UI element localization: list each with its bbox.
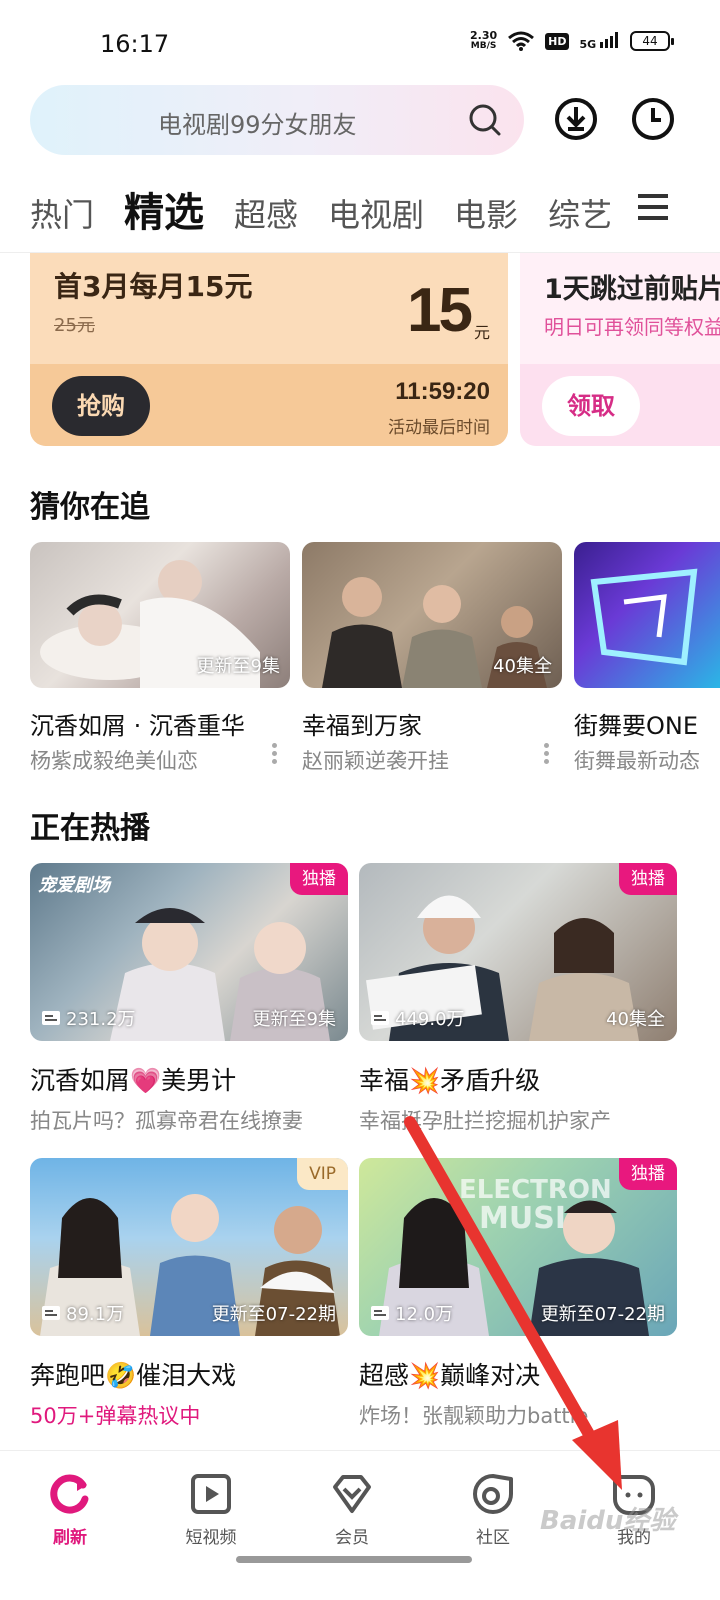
clock: 16:17 (100, 30, 170, 58)
status-icons: 2.30 MB/S HD 5G 44 (469, 29, 674, 52)
menu-icon[interactable] (636, 190, 670, 224)
video-title: 幸福💥矛盾升级 (359, 1066, 541, 1095)
watching-card[interactable]: 更新至9集 沉香如屑 · 沉香重华 杨紫成毅绝美仙恋 (30, 542, 290, 775)
buy-now-button[interactable]: 抢购 (52, 376, 150, 436)
watching-card[interactable]: 街舞要ONE 街舞最新动态 (574, 542, 720, 775)
danmaku-icon (371, 1011, 389, 1025)
video-thumbnail[interactable]: ELECTRON MUSIC 独播 12.0万 更新至07-22期 (359, 1158, 677, 1336)
wifi-icon (508, 31, 535, 51)
category-tabs: 热门 精选 超感 电视剧 电影 综艺 (30, 180, 642, 240)
promo-old-price: 25元 (54, 315, 95, 336)
episode-badge: 40集全 (606, 1009, 665, 1030)
search-placeholder: 电视剧99分女朋友 (158, 111, 357, 139)
video-thumbnail[interactable] (574, 542, 720, 688)
nav-short-video[interactable]: 短视频 (166, 1471, 256, 1548)
episode-badge: 更新至9集 (196, 656, 280, 677)
video-subtitle: 街舞最新动态 (574, 749, 700, 773)
promo-title: 首3月每月15元 (54, 270, 253, 303)
battery-icon: 44 (630, 31, 674, 51)
countdown-label: 活动最后时间 (388, 418, 490, 438)
network-speed: 2.30 MB/S (469, 29, 498, 51)
tab-variety[interactable]: 综艺 (548, 190, 612, 236)
trending-card[interactable]: 独播 449.0万 40集全 幸福💥矛盾升级 幸福挺孕肚拦挖掘机护家产 (359, 863, 677, 1135)
video-thumbnail[interactable]: 40集全 (302, 542, 562, 688)
signal-5g-icon: 5G (579, 31, 620, 51)
trending-card[interactable]: ELECTRON MUSIC 独播 12.0万 更新至07-22期 超感💥巅峰对… (359, 1158, 677, 1430)
danmaku-icon (42, 1011, 60, 1025)
view-count: 89.1万 (42, 1300, 124, 1326)
episode-badge: 更新至9集 (252, 1009, 336, 1030)
short-video-icon (191, 1474, 231, 1514)
community-icon (473, 1474, 513, 1514)
video-subtitle: 50万+弹幕热议中 (30, 1404, 201, 1428)
video-subtitle: 炸场！张靓颖助力battle (359, 1404, 589, 1428)
danmaku-icon (42, 1306, 60, 1320)
nav-refresh[interactable]: 刷新 (25, 1471, 115, 1548)
home-indicator[interactable] (236, 1556, 472, 1563)
search-icon[interactable] (466, 101, 504, 139)
video-thumbnail[interactable]: 独播 449.0万 40集全 (359, 863, 677, 1041)
video-title: 沉香如屑 · 沉香重华 (30, 712, 245, 740)
watching-card[interactable]: 40集全 幸福到万家 赵丽颖逆袭开挂 (302, 542, 562, 775)
thumbnail-art (590, 568, 698, 666)
skip-ad-promo-card[interactable]: 1天跳过前贴片 明日可再领同等权益 领取 (520, 253, 720, 446)
tab-supersense[interactable]: 超感 (234, 190, 298, 236)
view-count: 12.0万 (371, 1300, 453, 1326)
exclusive-tag: 独播 (619, 1158, 677, 1190)
video-title: 幸福到万家 (302, 712, 422, 740)
status-bar: 16:17 2.30 MB/S HD 5G 44 (0, 0, 720, 90)
watermark-logo: Baidu经验 (540, 1506, 676, 1536)
video-title: 超感💥巅峰对决 (359, 1361, 541, 1390)
promo-title: 1天跳过前贴片 (544, 274, 720, 305)
exclusive-tag: 独播 (290, 863, 348, 895)
download-icon[interactable] (553, 96, 599, 142)
section-title-watching: 猜你在追 (30, 490, 150, 525)
nav-community[interactable]: 社区 (448, 1471, 538, 1548)
video-title: 沉香如屑💗美男计 (30, 1066, 237, 1095)
hd-icon: HD (545, 32, 570, 50)
search-bar[interactable]: 电视剧99分女朋友 (30, 85, 524, 155)
section-title-trending: 正在热播 (30, 811, 150, 846)
view-count: 231.2万 (42, 1005, 136, 1031)
history-clock-icon[interactable] (630, 96, 676, 142)
video-thumbnail[interactable]: 宠爱剧场 独播 231.2万 更新至9集 (30, 863, 348, 1041)
video-subtitle: 拍瓦片吗？孤寡帝君在线撩妻 (30, 1109, 303, 1133)
vip-tag: VIP (297, 1158, 348, 1190)
video-thumbnail[interactable]: VIP 89.1万 更新至07-22期 (30, 1158, 348, 1336)
tab-featured[interactable]: 精选 (124, 180, 204, 238)
episode-badge: 更新至07-22期 (540, 1304, 665, 1325)
trending-card[interactable]: 宠爱剧场 独播 231.2万 更新至9集 沉香如屑💗美男计 拍瓦片吗？孤寡帝君在… (30, 863, 348, 1135)
claim-button[interactable]: 领取 (542, 376, 640, 436)
vip-promo-card[interactable]: 首3月每月15元 25元 15 元 抢购 11:59:20 活动最后时间 (30, 253, 508, 446)
vip-diamond-icon (333, 1475, 371, 1513)
trending-card[interactable]: VIP 89.1万 更新至07-22期 奔跑吧🤣催泪大戏 50万+弹幕热议中 (30, 1158, 348, 1430)
nav-vip[interactable]: 会员 (307, 1471, 397, 1548)
video-thumbnail[interactable]: 更新至9集 (30, 542, 290, 688)
promo-subtitle: 明日可再领同等权益 (544, 315, 720, 339)
tab-movies[interactable]: 电影 (454, 190, 518, 236)
view-count: 449.0万 (371, 1005, 465, 1031)
episode-badge: 40集全 (493, 656, 552, 677)
video-subtitle: 幸福挺孕肚拦挖掘机护家产 (359, 1109, 611, 1133)
tab-hot[interactable]: 热门 (30, 190, 94, 236)
video-title: 街舞要ONE (574, 712, 699, 740)
video-title: 奔跑吧🤣催泪大戏 (30, 1361, 237, 1390)
brand-logo: 宠爱剧场 (38, 875, 110, 896)
exclusive-tag: 独播 (619, 863, 677, 895)
promo-countdown: 11:59:20 (395, 378, 490, 405)
promo-price-unit: 元 (473, 323, 490, 342)
promo-price: 15 (407, 276, 473, 345)
video-subtitle: 杨紫成毅绝美仙恋 (30, 749, 198, 773)
signal-bars-icon (600, 31, 618, 48)
tab-tv-series[interactable]: 电视剧 (328, 190, 424, 236)
danmaku-icon (371, 1306, 389, 1320)
episode-badge: 更新至07-22期 (211, 1304, 336, 1325)
refresh-icon (50, 1474, 89, 1514)
more-options-icon[interactable] (538, 740, 554, 768)
video-subtitle: 赵丽颖逆袭开挂 (302, 749, 449, 773)
more-options-icon[interactable] (266, 740, 282, 768)
